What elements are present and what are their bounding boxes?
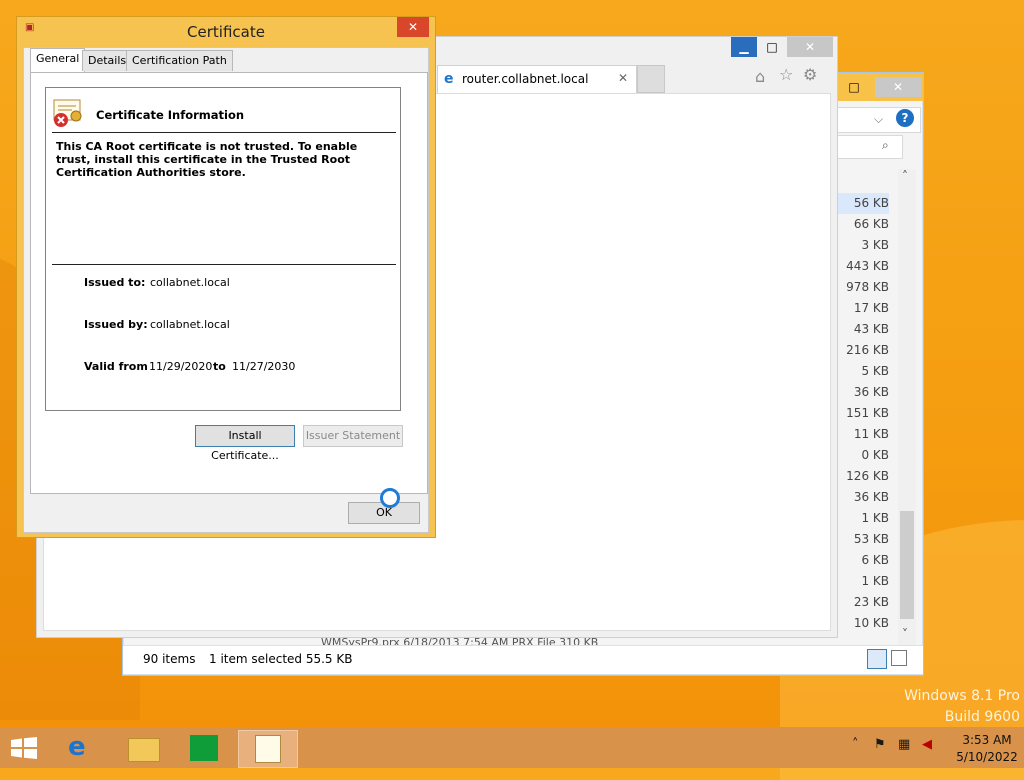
file-size-cell[interactable]: 151 KB xyxy=(835,403,889,424)
taskbar-clock[interactable]: 3:53 AM 5/10/2022 xyxy=(950,732,1024,766)
file-size-cell[interactable]: 56 KB xyxy=(835,193,889,214)
file-size-cell[interactable]: 3 KB xyxy=(835,235,889,256)
close-button[interactable]: ✕ xyxy=(397,17,429,37)
store-icon xyxy=(190,735,218,761)
home-icon[interactable]: ⌂ xyxy=(755,67,765,86)
file-size-cell[interactable]: 978 KB xyxy=(835,277,889,298)
ie-maximize-button[interactable]: □ xyxy=(759,37,785,57)
help-icon[interactable]: ? xyxy=(896,109,914,127)
details-view-icon[interactable] xyxy=(867,649,887,669)
file-size-cell[interactable]: 43 KB xyxy=(835,319,889,340)
file-size-cell[interactable]: 66 KB xyxy=(835,214,889,235)
explorer-status-bar: 90 items 1 item selected 55.5 KB xyxy=(123,645,923,674)
file-size-cell[interactable]: 126 KB xyxy=(835,466,889,487)
taskbar-store-button[interactable] xyxy=(176,730,234,766)
install-certificate-button[interactable]: Install Certificate... xyxy=(195,425,295,462)
close-tab-icon[interactable]: ✕ xyxy=(618,71,628,85)
certificate-icon xyxy=(255,735,281,763)
tab-certification-path[interactable]: Certification Path xyxy=(126,50,233,71)
ie-tab[interactable]: e router.collabnet.local ✕ xyxy=(437,65,637,94)
taskbar-explorer-button[interactable] xyxy=(114,730,172,766)
file-size-cell[interactable]: 6 KB xyxy=(835,550,889,571)
chevron-down-icon[interactable]: ⌵ xyxy=(874,112,883,127)
tab-general[interactable]: General xyxy=(30,48,86,72)
show-hidden-icons-icon[interactable]: ˄ xyxy=(852,737,859,752)
file-size-cell[interactable]: 11 KB xyxy=(835,424,889,445)
action-center-flag-icon[interactable]: ⚑ xyxy=(874,737,886,752)
tab-details[interactable]: Details xyxy=(82,50,133,71)
issued-to-value: collabnet.local xyxy=(150,276,230,289)
file-size-cell[interactable]: 36 KB xyxy=(835,487,889,508)
dialog-title: Certificate xyxy=(187,23,265,41)
valid-from-label: Valid from xyxy=(84,360,148,373)
network-icon[interactable]: ▦ xyxy=(898,737,910,752)
issuer-statement-button[interactable]: Issuer Statement xyxy=(303,425,403,447)
file-size-cell[interactable]: 10 KB xyxy=(835,613,889,634)
ie-logo-icon: e xyxy=(68,732,86,762)
watermark-build: Build 9600 xyxy=(944,709,1020,725)
volume-muted-icon[interactable]: ◀ xyxy=(922,737,932,752)
windows-watermark: Windows 8.1 Pro Build 9600 xyxy=(880,686,1020,728)
file-size-cell[interactable]: 1 KB xyxy=(835,508,889,529)
taskbar: e ˄ ⚑ ▦ ◀ xyxy=(0,727,1024,768)
explorer-close-button[interactable]: ✕ xyxy=(875,77,921,97)
search-icon: ⌕ xyxy=(882,138,889,152)
start-button[interactable] xyxy=(10,737,38,759)
file-size-cell[interactable]: 443 KB xyxy=(835,256,889,277)
issued-by-label: Issued by: xyxy=(84,318,148,331)
general-tab-page: Certificate Information This CA Root cer… xyxy=(30,72,428,494)
certificate-info-box: Certificate Information This CA Root cer… xyxy=(45,87,401,411)
valid-from-value: 11/29/2020 xyxy=(149,360,213,373)
scroll-up-arrow-icon[interactable]: ˄ xyxy=(902,169,908,183)
issued-to-label: Issued to: xyxy=(84,276,146,289)
valid-to-value: 11/27/2030 xyxy=(232,360,296,373)
scrollbar-thumb[interactable] xyxy=(900,511,914,619)
large-icons-view-icon[interactable] xyxy=(891,650,907,666)
dialog-body: General Details Certification Path Certi… xyxy=(23,47,429,533)
folder-icon xyxy=(128,738,160,762)
certificate-error-icon xyxy=(52,98,82,127)
taskbar-certificate-button[interactable] xyxy=(238,730,298,768)
status-item-count: 90 items xyxy=(143,652,196,666)
gear-icon[interactable]: ⚙ xyxy=(803,65,817,84)
file-size-cell[interactable]: 53 KB xyxy=(835,529,889,550)
trust-warning-message: This CA Root certificate is not trusted.… xyxy=(56,140,358,179)
file-size-cell[interactable]: 1 KB xyxy=(835,571,889,592)
file-size-column: 56 KB 66 KB 3 KB 443 KB 978 KB 17 KB 43 KB 216 … xyxy=(835,193,889,634)
ie-new-tab-button[interactable] xyxy=(637,65,665,93)
favorites-star-icon[interactable]: ☆ xyxy=(779,65,793,84)
status-selection: 1 item selected 55.5 KB xyxy=(209,652,353,666)
watermark-edition: Windows 8.1 Pro xyxy=(904,688,1020,704)
ie-minimize-button[interactable]: ▁ xyxy=(731,37,757,57)
file-size-cell[interactable]: 17 KB xyxy=(835,298,889,319)
pointer-cursor xyxy=(380,488,400,508)
file-size-cell[interactable]: 216 KB xyxy=(835,340,889,361)
issued-by-value: collabnet.local xyxy=(150,318,230,331)
valid-to-label: to xyxy=(213,360,226,373)
clock-time: 3:53 AM xyxy=(962,733,1012,747)
ie-close-button[interactable]: ✕ xyxy=(787,37,833,57)
scroll-down-arrow-icon[interactable]: ˅ xyxy=(902,627,908,641)
divider xyxy=(52,132,396,133)
file-size-cell[interactable]: 0 KB xyxy=(835,445,889,466)
certificate-dialog: ▣ Certificate ✕ General Details Certific… xyxy=(16,16,436,538)
file-size-cell[interactable]: 36 KB xyxy=(835,382,889,403)
file-size-cell[interactable]: 23 KB xyxy=(835,592,889,613)
clock-date: 5/10/2022 xyxy=(956,750,1018,764)
ie-tab-label: router.collabnet.local xyxy=(462,72,589,86)
ie-logo-icon: e xyxy=(444,71,454,87)
taskbar-ie-button[interactable]: e xyxy=(52,730,110,766)
certificate-info-title: Certificate Information xyxy=(96,108,245,122)
windows-logo-icon xyxy=(11,737,37,759)
file-size-cell[interactable]: 5 KB xyxy=(835,361,889,382)
divider xyxy=(52,264,396,265)
